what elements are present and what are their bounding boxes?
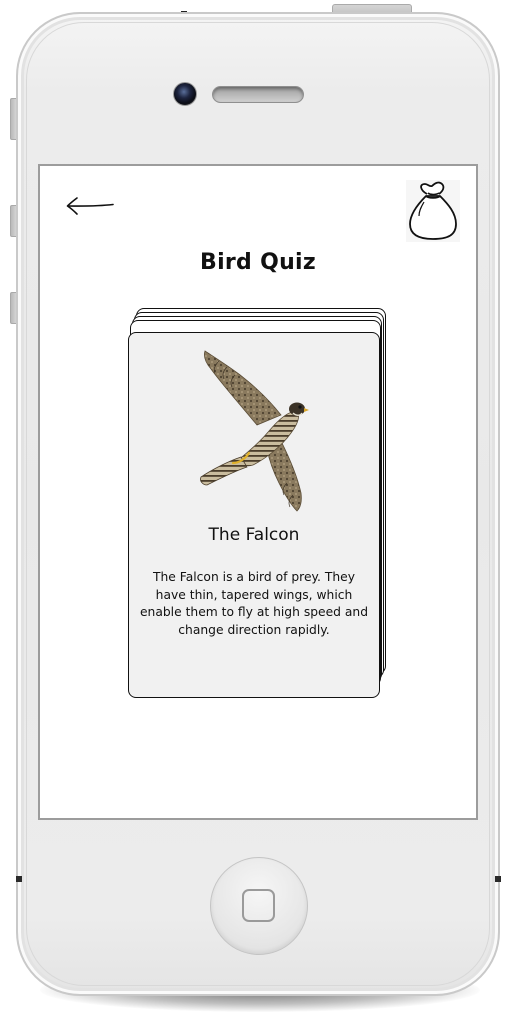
antenna-band — [495, 876, 501, 882]
earpiece — [212, 86, 304, 103]
falcon-image — [200, 350, 309, 512]
antenna-band — [16, 876, 22, 882]
stage: Bird Quiz The Falcon The Falcon is a bir… — [0, 0, 517, 1023]
card-description: The Falcon is a bird of prey. They have … — [139, 570, 369, 637]
front-camera — [173, 82, 197, 106]
home-button-icon[interactable] — [210, 857, 308, 955]
quiz-card[interactable]: The Falcon The Falcon is a bird of prey.… — [128, 332, 380, 698]
bag-icon[interactable] — [406, 180, 460, 242]
app-screen: Bird Quiz The Falcon The Falcon is a bir… — [38, 164, 478, 820]
home-square-icon — [242, 889, 275, 922]
back-arrow-icon[interactable] — [64, 194, 116, 218]
page-title: Bird Quiz — [200, 250, 316, 275]
card-title: The Falcon — [208, 525, 300, 545]
